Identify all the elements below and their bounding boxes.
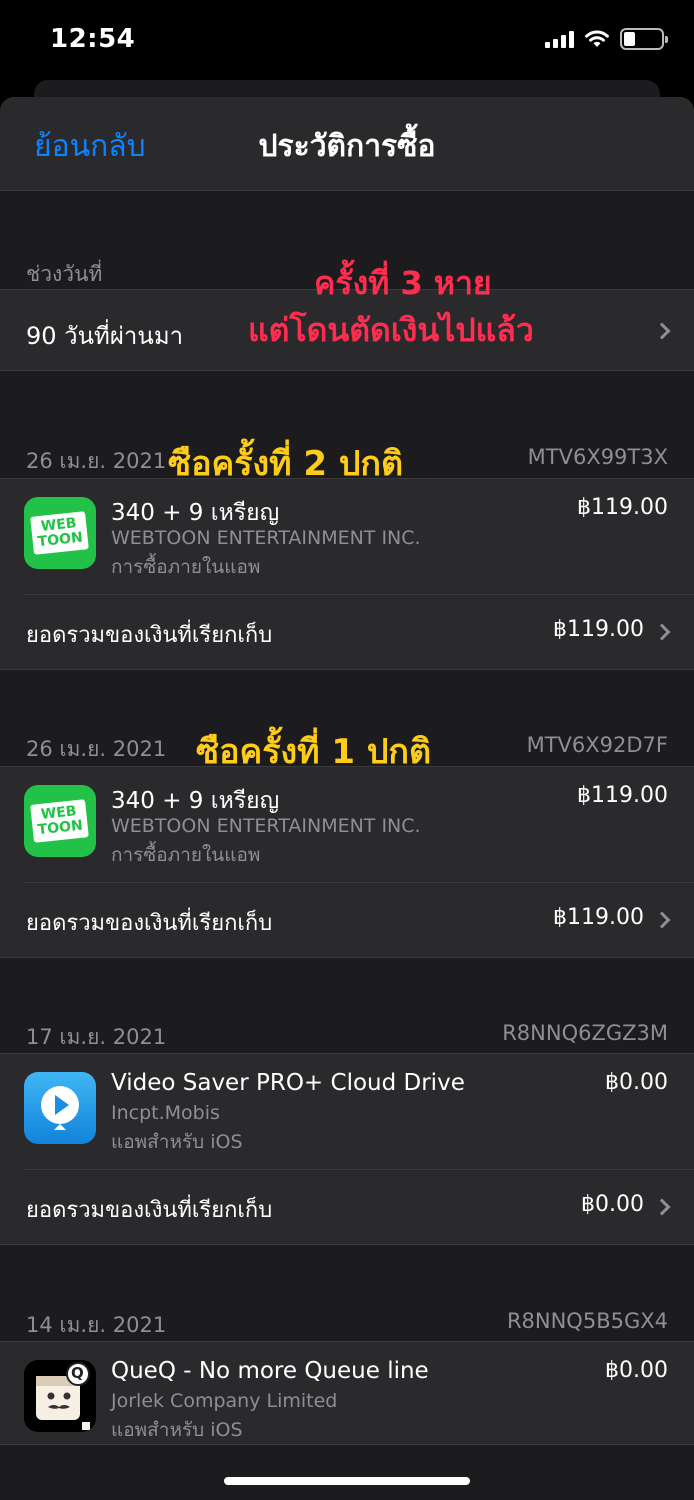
item-kind: แอพสำหรับ iOS [111, 1419, 243, 1441]
item-kind: การซื้อภายในแอพ [111, 556, 261, 578]
status-icons [545, 28, 668, 50]
item-title: 340 + 9 เหรียญ [111, 500, 280, 526]
wifi-icon [585, 30, 609, 47]
date-range-label: ช่วงวันที่ [26, 262, 103, 286]
item-kind: การซื้อภายในแอพ [111, 844, 261, 866]
webtoon-icon-text-bottom: TOON [37, 817, 84, 839]
purchase-item[interactable]: WEB TOON 340 + 9 เหรียญ WEBTOON ENTERTAIN… [0, 478, 694, 670]
order-id: MTV6X99T3X [527, 445, 668, 469]
order-id: MTV6X92D7F [526, 733, 668, 757]
item-price: ฿119.00 [577, 783, 668, 808]
purchase-item[interactable]: Video Saver PRO+ Cloud Drive Incpt.Mobis… [0, 1053, 694, 1245]
divider [24, 1169, 694, 1170]
item-price: ฿0.00 [605, 1070, 668, 1095]
item-price: ฿119.00 [577, 495, 668, 520]
total-label[interactable]: ยอดรวมของเงินที่เรียกเก็บ [26, 617, 272, 652]
total-label[interactable]: ยอดรวมของเงินที่เรียกเก็บ [26, 1192, 272, 1227]
item-title: QueQ - No more Queue line [111, 1358, 429, 1384]
annotation-red-line1: ครั้งที่ 3 หาย [314, 264, 492, 302]
total-price: ฿0.00 [581, 1192, 644, 1217]
item-title: Video Saver PRO+ Cloud Drive [111, 1070, 465, 1096]
home-indicator[interactable] [224, 1477, 470, 1485]
purchase-date: 17 เม.ย. 2021 [26, 1025, 167, 1049]
item-developer: WEBTOON ENTERTAINMENT INC. [111, 815, 421, 837]
battery-level [624, 32, 635, 46]
annotation-red-line2: แต่โดนตัดเงินไปแล้ว [248, 311, 534, 349]
item-developer: Jorlek Company Limited [111, 1390, 338, 1412]
total-label[interactable]: ยอดรวมของเงินที่เรียกเก็บ [26, 905, 272, 940]
date-range-value: 90 วันที่ผ่านมา [26, 322, 184, 350]
chevron-right-icon [653, 623, 671, 641]
chevron-right-icon [653, 322, 671, 340]
webtoon-icon: WEB TOON [24, 497, 96, 569]
chevron-right-icon [653, 1198, 671, 1216]
queq-badge-letter: Q [71, 1364, 84, 1382]
chevron-right-icon [653, 911, 671, 929]
page-title: ประวัติการซื้อ [258, 129, 436, 164]
navigation-bar: ย้อนกลับ ประวัติการซื้อ [0, 97, 694, 191]
cellular-signal-icon [545, 30, 574, 48]
purchase-date: 26 เม.ย. 2021 [26, 449, 167, 473]
queq-icon: Q [24, 1360, 96, 1432]
item-developer: WEBTOON ENTERTAINMENT INC. [111, 527, 421, 549]
order-id: R8NNQ5B5GX4 [506, 1309, 668, 1333]
total-price: ฿119.00 [553, 617, 644, 642]
item-title: 340 + 9 เหรียญ [111, 788, 280, 814]
item-price: ฿0.00 [605, 1358, 668, 1383]
item-developer: Incpt.Mobis [111, 1102, 220, 1124]
item-kind: แอพสำหรับ iOS [111, 1131, 243, 1153]
battery-icon [620, 28, 668, 50]
purchase-date: 26 เม.ย. 2021 [26, 737, 167, 761]
status-bar: 12:54 [0, 0, 694, 80]
webtoon-icon-text-bottom: TOON [37, 529, 84, 551]
divider [24, 882, 694, 883]
total-price: ฿119.00 [553, 905, 644, 930]
purchase-item[interactable]: WEB TOON 340 + 9 เหรียญ WEBTOON ENTERTAIN… [0, 766, 694, 958]
purchase-item[interactable]: Q QueQ - No more Queue line Jorlek Compa… [0, 1341, 694, 1445]
video-saver-icon [24, 1072, 96, 1144]
purchase-date: 14 เม.ย. 2021 [26, 1313, 167, 1337]
status-time: 12:54 [50, 24, 136, 54]
webtoon-icon: WEB TOON [24, 785, 96, 857]
order-id: R8NNQ6ZGZ3M [502, 1021, 668, 1045]
divider [24, 594, 694, 595]
